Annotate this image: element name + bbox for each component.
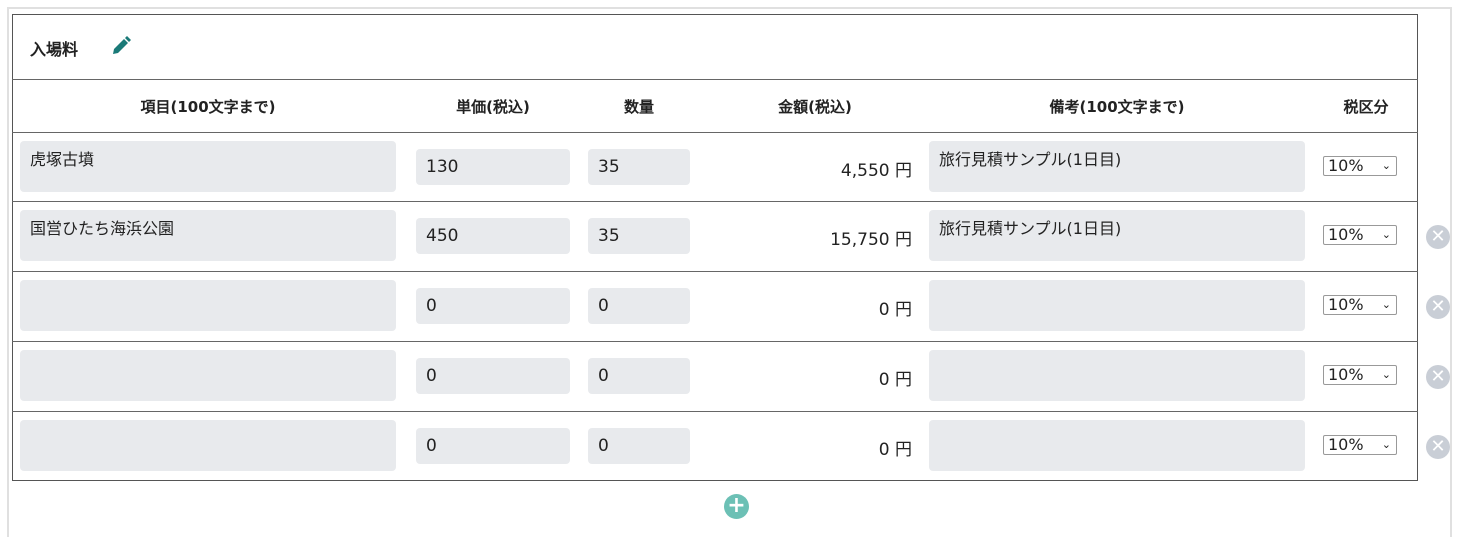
note-input[interactable] [929, 350, 1305, 401]
tax-value: 10% [1328, 435, 1364, 454]
table-row: 0 0 0 円 10% ⌄ ✕ [12, 271, 1450, 341]
chevron-down-icon: ⌄ [1381, 368, 1391, 381]
col-price: 単価(税込) [456, 98, 530, 116]
col-item: 項目(100文字まで) [140, 98, 276, 116]
note-input[interactable]: 旅行見積サンプル(1日目) [929, 210, 1305, 261]
pencil-icon[interactable] [111, 36, 131, 60]
delete-row-button[interactable]: ✕ [1426, 435, 1450, 459]
section-title: 入場料 [30, 40, 79, 59]
divider [12, 79, 1418, 80]
tax-value: 10% [1328, 365, 1364, 384]
delete-row-button[interactable]: ✕ [1426, 295, 1450, 319]
amount-value: 15,750 円 [830, 230, 912, 250]
note-input[interactable]: 旅行見積サンプル(1日目) [929, 141, 1305, 192]
qty-input[interactable]: 35 [588, 149, 690, 185]
col-amount: 金額(税込) [778, 98, 852, 116]
tax-select[interactable]: 10% ⌄ [1323, 225, 1397, 245]
qty-input[interactable]: 0 [588, 358, 690, 394]
tax-select[interactable]: 10% ⌄ [1323, 365, 1397, 385]
tax-select[interactable]: 10% ⌄ [1323, 435, 1397, 455]
chevron-down-icon: ⌄ [1381, 438, 1391, 451]
price-input[interactable]: 0 [416, 428, 570, 464]
col-qty: 数量 [623, 98, 654, 116]
amount-value: 4,550 円 [840, 161, 912, 181]
table-row: 国営ひたち海浜公園 450 35 15,750 円 旅行見積サンプル(1日目) … [12, 201, 1450, 271]
table-row: 虎塚古墳 130 35 4,550 円 旅行見積サンプル(1日目) 10% ⌄ [12, 132, 1418, 202]
note-input[interactable] [929, 280, 1305, 331]
price-input[interactable]: 0 [416, 288, 570, 324]
item-input[interactable] [20, 420, 396, 471]
delete-row-button[interactable]: ✕ [1426, 225, 1450, 249]
table-row: 0 0 0 円 10% ⌄ ✕ [12, 411, 1450, 481]
amount-value: 0 円 [878, 300, 912, 320]
item-input[interactable]: 虎塚古墳 [20, 141, 396, 192]
price-input[interactable]: 450 [416, 218, 570, 254]
col-note: 備考(100文字まで) [1049, 98, 1185, 116]
col-tax: 税区分 [1343, 98, 1389, 116]
note-input[interactable] [929, 420, 1305, 471]
tax-select[interactable]: 10% ⌄ [1323, 156, 1397, 176]
chevron-down-icon: ⌄ [1381, 159, 1391, 172]
delete-row-button[interactable]: ✕ [1426, 365, 1450, 389]
item-input[interactable] [20, 350, 396, 401]
qty-input[interactable]: 0 [588, 428, 690, 464]
price-input[interactable]: 130 [416, 149, 570, 185]
amount-value: 0 円 [878, 440, 912, 460]
tax-value: 10% [1328, 156, 1364, 175]
add-row-button[interactable]: + [724, 494, 749, 519]
item-input[interactable]: 国営ひたち海浜公園 [20, 210, 396, 261]
amount-value: 0 円 [878, 370, 912, 390]
qty-input[interactable]: 35 [588, 218, 690, 254]
tax-value: 10% [1328, 295, 1364, 314]
qty-input[interactable]: 0 [588, 288, 690, 324]
tax-select[interactable]: 10% ⌄ [1323, 295, 1397, 315]
tax-value: 10% [1328, 225, 1364, 244]
price-input[interactable]: 0 [416, 358, 570, 394]
item-input[interactable] [20, 280, 396, 331]
chevron-down-icon: ⌄ [1381, 298, 1391, 311]
chevron-down-icon: ⌄ [1381, 228, 1391, 241]
table-row: 0 0 0 円 10% ⌄ ✕ [12, 341, 1450, 411]
